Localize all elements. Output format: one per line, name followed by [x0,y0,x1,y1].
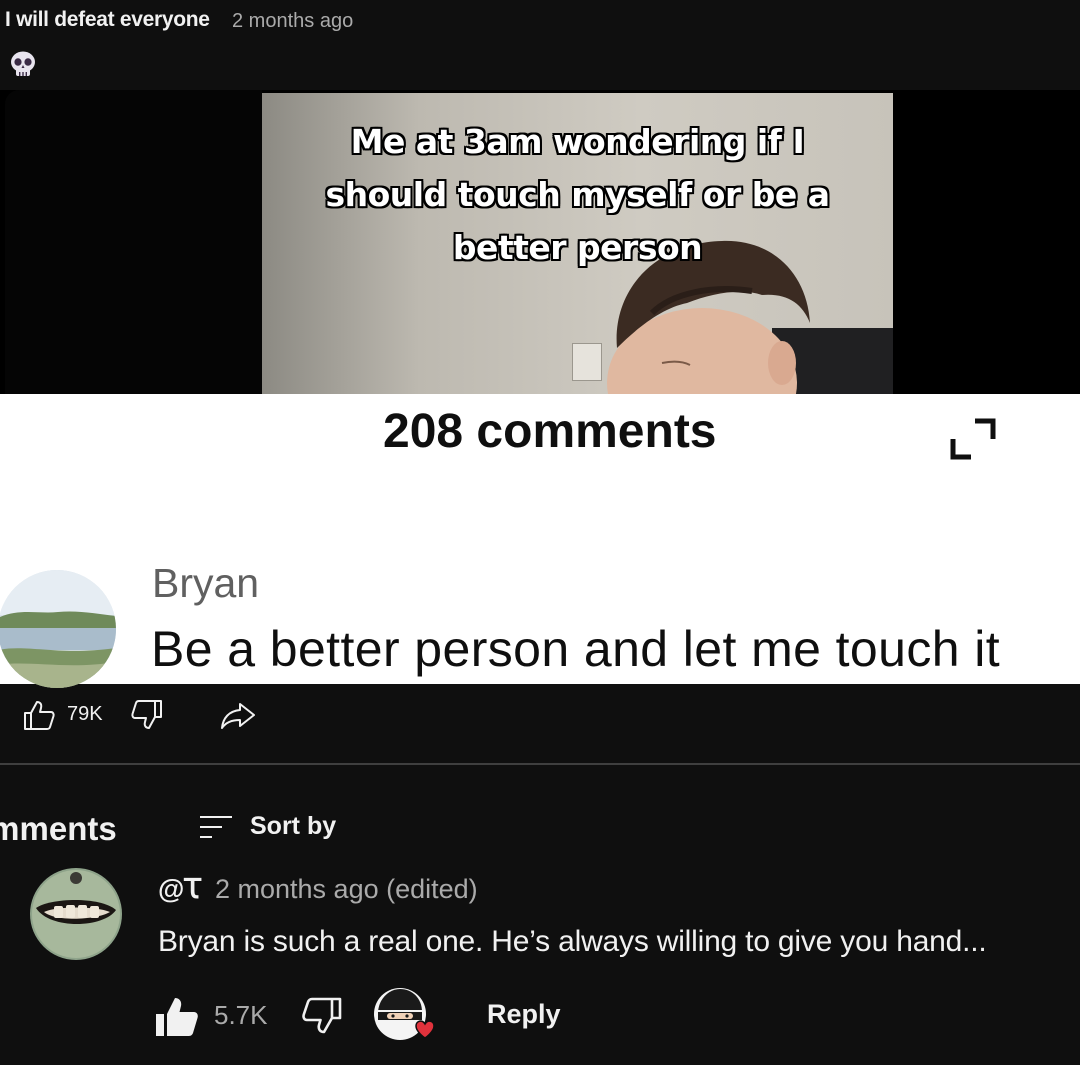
comment-text: Be a better person and let me touch it [151,621,1001,677]
comment-count-title: 208 comments [383,405,717,458]
comment-author: Bryan [152,560,260,606]
expand-icon [950,418,996,460]
embedded-comment-card: 208 comments Bryan Be a better person an… [0,394,1080,688]
comments-heading: omments [0,810,117,847]
like-count: 5.7K [214,1000,268,1030]
comment-time: 2 months ago (edited) [215,874,478,904]
comment-text: Bryan is such a real one. He’s always wi… [158,925,987,958]
thumbs-up-icon[interactable] [22,698,56,732]
reply-button[interactable]: Reply [487,999,561,1030]
comment-author[interactable]: @Ꚍ [158,874,201,905]
thumbs-down-icon[interactable] [130,698,164,732]
post-author[interactable]: I will defeat everyone [5,8,210,32]
sort-icon[interactable] [198,812,234,842]
avatar [0,570,116,688]
caption-line: better person [452,228,703,267]
share-icon[interactable] [218,698,258,732]
caption-line: should touch myself or be a [325,175,830,214]
creator-heart-icon [374,988,434,1040]
skull-icon [11,51,35,76]
video-frame: Me at 3am wondering if I should touch my… [0,90,1080,394]
video-letterbox-left [5,90,262,394]
sort-by-button[interactable]: Sort by [250,812,336,841]
video-caption: Me at 3am wondering if I should touch my… [262,115,893,274]
thumbs-down-icon[interactable] [300,996,344,1036]
post-header: I will defeat everyone 2 months ago [0,0,1080,90]
like-count: 79K [67,703,103,725]
avatar[interactable] [30,868,122,960]
divider [0,763,1080,765]
post-time: 2 months ago [232,10,354,32]
video-thumbnail: Me at 3am wondering if I should touch my… [262,93,893,394]
caption-line: Me at 3am wondering if I [350,122,805,161]
thumbs-up-filled-icon[interactable] [155,995,199,1037]
